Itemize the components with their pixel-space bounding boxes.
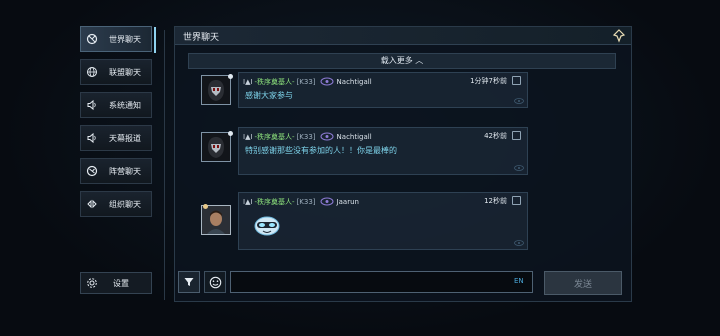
settings-button[interactable]: 设置 [80,272,152,294]
copy-icon[interactable] [512,196,521,205]
chat-input[interactable] [230,271,533,293]
emoji-button[interactable] [204,271,226,293]
message-bubble: I▲I -秩序奠基人- [K33] Jaarun 12秒前 [238,192,528,250]
sidebar-item-label: 组织聊天 [109,199,141,209]
world-icon [81,33,103,45]
filter-button[interactable] [178,271,200,293]
faction-icon [320,77,334,86]
guild-name: -秩序奠基人- [254,77,295,86]
camp-icon [81,165,103,177]
username[interactable]: Nachtigall [337,78,372,86]
eye-icon[interactable] [514,165,524,171]
copy-icon[interactable] [512,76,521,85]
gear-icon [81,277,103,289]
pin-icon[interactable] [611,28,627,44]
status-indicator [203,204,208,209]
guild-name: -秩序奠基人- [254,197,295,206]
online-indicator [228,131,233,136]
username[interactable]: Nachtigall [337,133,372,141]
divider [164,30,165,300]
message-bubble: I▲I -秩序奠基人- [K33] Nachtigall 1分钟7秒前 感谢大家… [238,72,528,108]
message-time: 12秒前 [484,197,507,205]
emoji-sticker-icon [254,216,280,236]
message-time: 1分钟7秒前 [470,77,507,85]
sidebar-item-camp-chat[interactable]: 阵营聊天 [80,158,152,184]
faction-icon [320,197,334,206]
speaker-icon [81,99,103,111]
load-more-button[interactable]: 载入更多 ︿ [188,53,616,69]
speaker-icon [81,132,103,144]
sidebar-item-label: 天幕报道 [109,133,141,143]
rank-badge: I▲I [243,132,253,141]
player-portrait-icon [202,206,230,234]
message-header: I▲I -秩序奠基人- [K33] Nachtigall 42秒前 [243,131,523,142]
masked-character-icon [202,133,230,161]
avatar[interactable] [201,75,231,105]
message-text: 特别感谢那些没有参加的人！！你是最棒的 [245,146,397,155]
message-time: 42秒前 [484,132,507,140]
settings-label: 设置 [113,278,129,288]
language-toggle[interactable]: EN [514,277,524,285]
message-header: I▲I -秩序奠基人- [K33] Nachtigall 1分钟7秒前 [243,76,523,87]
sidebar-item-world-chat[interactable]: 世界聊天 [80,26,156,53]
eye-icon[interactable] [514,240,524,246]
username[interactable]: Jaarun [337,198,359,206]
sidebar-item-sky-report[interactable]: 天幕报道 [80,125,152,151]
filter-icon [184,278,194,286]
sidebar-item-label: 世界聊天 [109,34,141,44]
send-button[interactable]: 发送 [544,271,622,295]
online-indicator [228,74,233,79]
sidebar-item-label: 阵营聊天 [109,166,141,176]
rank-badge: I▲I [243,77,253,86]
organization-icon [81,198,103,210]
eye-icon[interactable] [514,98,524,104]
server-tag: [K33] [296,132,316,141]
page-title: 世界聊天 [183,33,220,43]
copy-icon[interactable] [512,131,521,140]
sidebar-item-system-notice[interactable]: 系统通知 [80,92,152,118]
globe-icon [81,66,103,78]
message-header: I▲I -秩序奠基人- [K33] Jaarun 12秒前 [243,196,523,207]
faction-icon [320,132,334,141]
message-text: 感谢大家参与 [245,91,293,100]
avatar[interactable] [201,205,231,235]
sidebar-item-alliance-chat[interactable]: 联盟聊天 [80,59,152,85]
server-tag: [K33] [296,77,316,86]
message-bubble: I▲I -秩序奠基人- [K33] Nachtigall 42秒前 特别感谢那些… [238,127,528,175]
guild-name: -秩序奠基人- [254,132,295,141]
sidebar-item-label: 系统通知 [109,100,141,110]
server-tag: [K33] [296,197,316,206]
rank-badge: I▲I [243,197,253,206]
emoji-icon [209,276,221,288]
masked-character-icon [202,76,230,104]
sidebar-item-label: 联盟聊天 [109,67,141,77]
panel-header: 世界聊天 [175,27,631,45]
avatar[interactable] [201,132,231,162]
sidebar-item-organization-chat[interactable]: 组织聊天 [80,191,152,217]
